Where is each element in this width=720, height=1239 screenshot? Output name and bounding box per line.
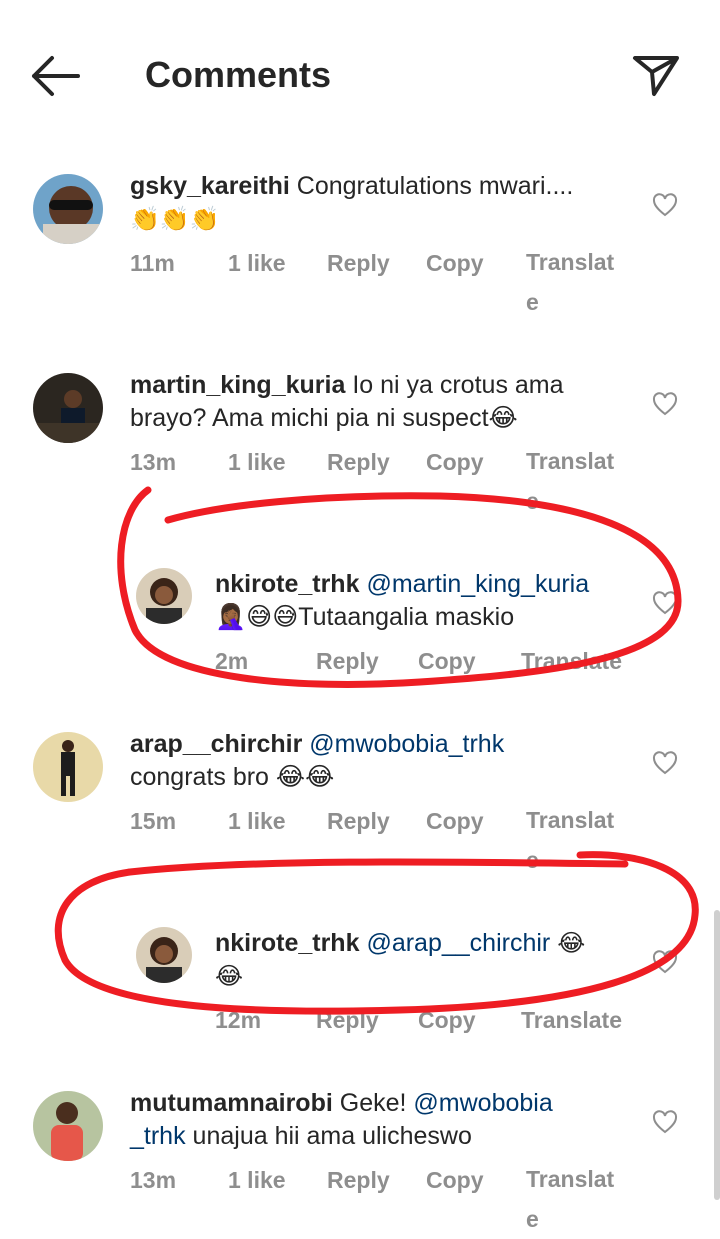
like-count[interactable]: 1 like	[228, 250, 286, 277]
username[interactable]: martin_king_kuria	[130, 371, 345, 399]
avatar[interactable]	[33, 174, 103, 244]
translate-button[interactable]: Translate	[521, 1007, 622, 1034]
username[interactable]: gsky_kareithi	[130, 172, 290, 200]
page-title: Comments	[145, 54, 332, 95]
emoji: 👏👏👏	[130, 206, 220, 233]
back-arrow-icon[interactable]	[30, 52, 82, 100]
username[interactable]: mutumamnairobi	[130, 1089, 333, 1117]
emoji: 😂	[215, 963, 244, 990]
comment-text: nkirote_trhk @martin_king_kuria 🤦🏾‍♀️😅😅T…	[215, 570, 590, 631]
avatar[interactable]	[136, 927, 192, 983]
translate-button[interactable]: Translate	[526, 1159, 621, 1239]
copy-button[interactable]: Copy	[426, 1167, 484, 1194]
header: Comments	[0, 0, 720, 150]
comment-text: nkirote_trhk @arap__chirchir 😂 😂	[215, 927, 635, 993]
mention-link[interactable]: _trhk	[130, 1122, 186, 1150]
comment-time: 13m	[130, 449, 177, 475]
username[interactable]: nkirote_trhk	[215, 570, 359, 598]
heart-icon[interactable]	[652, 751, 678, 775]
like-count[interactable]: 1 like	[228, 1167, 286, 1194]
avatar[interactable]	[33, 1091, 103, 1161]
heart-icon[interactable]	[652, 1110, 678, 1134]
comment-time: 11m	[130, 250, 175, 276]
comment-time: 13m	[130, 1167, 177, 1193]
heart-icon[interactable]	[652, 591, 678, 615]
translate-button[interactable]: Translate	[526, 242, 621, 322]
comment-meta: 12m Reply Copy Translate	[215, 1007, 635, 1047]
reply-button[interactable]: Reply	[316, 648, 379, 675]
comment-time: 12m	[215, 1007, 262, 1033]
mention-link[interactable]: @martin_king_kuria	[366, 570, 589, 598]
heart-icon[interactable]	[652, 392, 678, 416]
like-count[interactable]: 1 like	[228, 808, 286, 835]
copy-button[interactable]: Copy	[426, 449, 484, 476]
comment-meta: 11m 1 like Reply Copy Translate	[130, 249, 650, 320]
comment-text: mutumamnairobi Geke! @mwobobia _trhk una…	[130, 1089, 553, 1150]
avatar[interactable]	[33, 732, 103, 802]
reply-button[interactable]: Reply	[327, 449, 390, 476]
scrollbar[interactable]	[714, 910, 720, 1200]
comment-meta: 13m 1 like Reply Copy Translate	[130, 448, 650, 519]
reply-button[interactable]: Reply	[316, 1007, 379, 1034]
comment-time: 2m	[215, 648, 249, 674]
translate-button[interactable]: Translate	[526, 441, 621, 521]
send-direct-icon[interactable]	[630, 50, 682, 100]
comment-meta: 2m Reply Copy Translate	[215, 648, 635, 688]
mention-link[interactable]: @mwobobia_trhk	[309, 730, 504, 758]
copy-button[interactable]: Copy	[426, 808, 484, 835]
reply-button[interactable]: Reply	[327, 1167, 390, 1194]
reply-button[interactable]: Reply	[327, 808, 390, 835]
heart-icon[interactable]	[652, 193, 678, 217]
username[interactable]: arap__chirchir	[130, 730, 302, 758]
username[interactable]: nkirote_trhk	[215, 929, 359, 957]
reply-button[interactable]: Reply	[327, 250, 390, 277]
avatar[interactable]	[136, 568, 192, 624]
emoji: 😂	[557, 930, 586, 957]
comment-meta: 15m 1 like Reply Copy Translate	[130, 807, 650, 878]
comment-time: 15m	[130, 808, 177, 834]
translate-button[interactable]: Translate	[526, 800, 621, 880]
like-count[interactable]: 1 like	[228, 449, 286, 476]
comment-text: martin_king_kuria Io ni ya crotus ama br…	[130, 371, 564, 432]
copy-button[interactable]: Copy	[418, 1007, 476, 1034]
mention-link[interactable]: @mwobobia	[413, 1089, 552, 1117]
mention-link[interactable]: @arap__chirchir	[366, 929, 550, 957]
copy-button[interactable]: Copy	[418, 648, 476, 675]
translate-button[interactable]: Translate	[521, 648, 622, 675]
comment-text: arap__chirchir @mwobobia_trhk congrats b…	[130, 730, 505, 791]
comment-meta: 13m 1 like Reply Copy Translate	[130, 1166, 650, 1232]
avatar[interactable]	[33, 373, 103, 443]
comment-text: gsky_kareithi Congratulations mwari.... …	[130, 172, 574, 233]
heart-icon[interactable]	[652, 950, 678, 974]
copy-button[interactable]: Copy	[426, 250, 484, 277]
